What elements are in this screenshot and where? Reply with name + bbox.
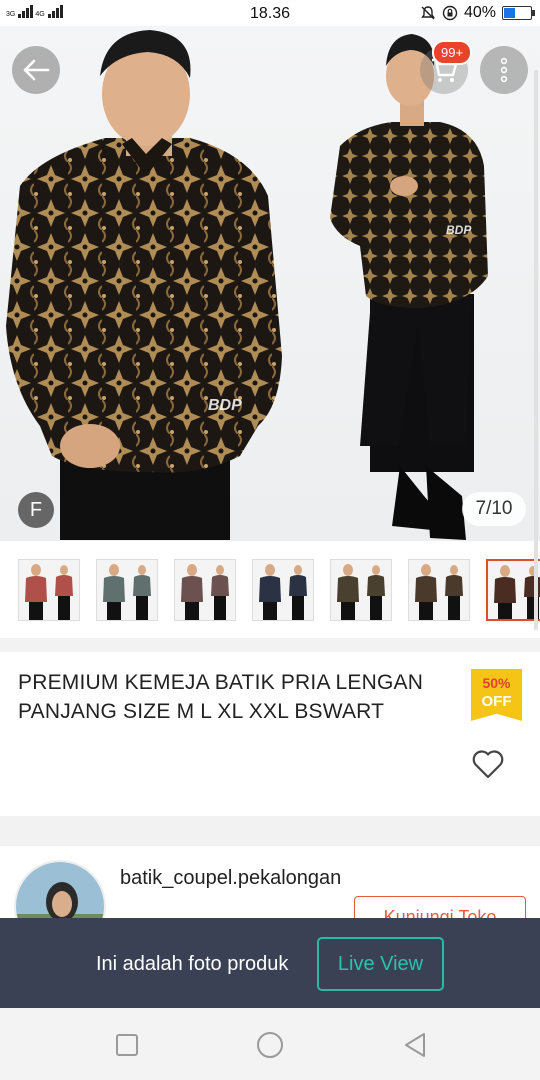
- heart-icon[interactable]: [470, 746, 506, 782]
- product-thumbnail[interactable]: [96, 559, 158, 621]
- store-section: batik_coupel.pekalongan Kunjungi Toko: [0, 846, 540, 926]
- thumbnail-image: [488, 561, 540, 619]
- thumbnail-image: [97, 560, 157, 620]
- live-view-button[interactable]: Live View: [317, 937, 444, 991]
- lock-rotation-icon: [442, 5, 458, 21]
- product-thumbnail[interactable]: [252, 559, 314, 621]
- discount-badge: 50% OFF: [471, 669, 522, 721]
- discount-percent: 50%: [482, 675, 511, 691]
- more-options-button[interactable]: [480, 46, 528, 94]
- section-divider: [0, 638, 540, 652]
- battery-fill: [504, 8, 516, 18]
- status-bar: 3G 4G 18.36 40%: [0, 0, 540, 26]
- product-thumbnail[interactable]: [18, 559, 80, 621]
- bell-muted-icon: [421, 6, 435, 20]
- system-nav-bar: [0, 1008, 540, 1080]
- scroll-indicator: [534, 70, 538, 630]
- avatar-photo: [16, 862, 104, 926]
- product-thumbnail[interactable]: [330, 559, 392, 621]
- arrow-left-icon: [23, 59, 50, 81]
- product-title: PREMIUM KEMEJA BATIK PRIA LENGAN PANJANG…: [18, 671, 424, 723]
- banner-text: Ini adalah foto produk: [96, 953, 289, 975]
- cart-button[interactable]: 99+: [420, 40, 473, 94]
- battery-icon: [502, 6, 535, 20]
- product-photo: BDP BDP: [6, 30, 488, 540]
- battery-percent: 40%: [463, 4, 496, 21]
- back-button[interactable]: [12, 46, 60, 94]
- section-divider-2: [0, 816, 540, 846]
- thumbnail-image: [19, 560, 79, 620]
- f-badge[interactable]: F: [18, 492, 54, 528]
- product-info: PREMIUM KEMEJA BATIK PRIA LENGAN PANJANG…: [0, 652, 540, 816]
- product-thumbnail[interactable]: [174, 559, 236, 621]
- thumbnail-strip[interactable]: [0, 540, 540, 638]
- watermark-right: BDP: [446, 223, 472, 237]
- product-image-carousel[interactable]: BDP BDP 99+ F 7/10: [0, 26, 540, 540]
- store-avatar[interactable]: [14, 860, 106, 926]
- thumbnail-image: [253, 560, 313, 620]
- status-right: 40%: [420, 4, 535, 22]
- more-vert-icon: [500, 57, 508, 83]
- watermark-left: BDP: [208, 397, 242, 414]
- product-thumbnail[interactable]: [408, 559, 470, 621]
- circle-icon[interactable]: [255, 1030, 285, 1060]
- discount-off-label: OFF: [481, 693, 512, 710]
- image-counter: 7/10: [462, 492, 526, 526]
- thumbnail-image: [409, 560, 469, 620]
- thumbnail-image: [175, 560, 235, 620]
- thumbnail-image: [331, 560, 391, 620]
- square-icon[interactable]: [112, 1030, 142, 1060]
- product-thumbnail[interactable]: [486, 559, 540, 621]
- live-view-banner: Ini adalah foto produk Live View: [0, 918, 540, 1008]
- triangle-back-icon[interactable]: [400, 1030, 430, 1060]
- cart-count-badge: 99+: [432, 40, 473, 65]
- store-name[interactable]: batik_coupel.pekalongan: [120, 866, 350, 890]
